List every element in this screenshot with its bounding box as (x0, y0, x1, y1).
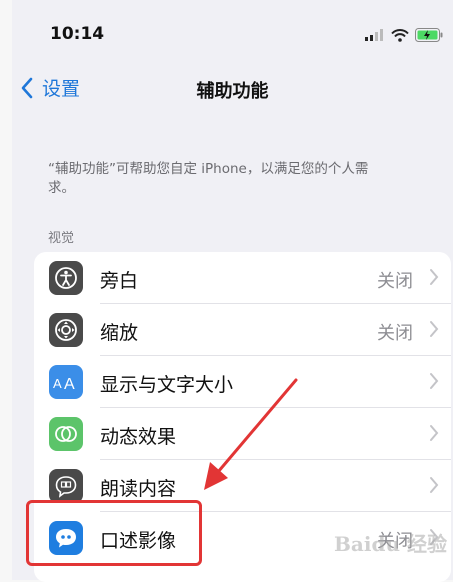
watermark: Baidu 经验 (334, 532, 447, 556)
annotation-arrow (204, 378, 298, 490)
